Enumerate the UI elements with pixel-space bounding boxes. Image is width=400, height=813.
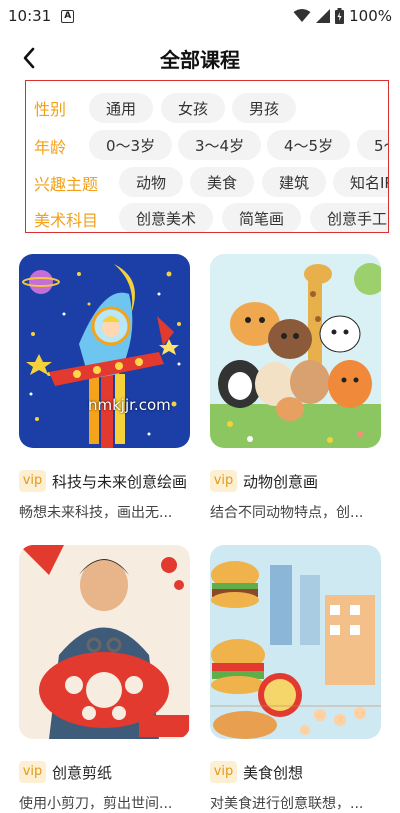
status-bar: 10:31 A 100%	[0, 0, 400, 32]
filter-chip-gender-boy[interactable]: 男孩	[232, 93, 297, 123]
course-title-row: vip 科技与未来创意绘画	[19, 470, 187, 492]
filter-chip-creative-handcraft[interactable]: 创意手工	[310, 203, 388, 232]
header: 全部课程	[0, 38, 400, 78]
vip-badge: vip	[19, 761, 46, 783]
filter-chip-creative-art[interactable]: 创意美术	[119, 203, 214, 232]
course-title: 动物创意画	[243, 472, 319, 491]
course-title-row: vip 美食创想	[210, 761, 303, 783]
course-thumbnail-rocket	[19, 254, 190, 448]
filter-chip-food[interactable]: 美食	[190, 167, 255, 197]
battery-icon	[335, 8, 345, 24]
course-card[interactable]: vip 创意剪纸 使用小剪刀，剪出世间...	[19, 545, 190, 812]
course-card[interactable]: vip 科技与未来创意绘画 畅想未来科技，画出无...	[19, 254, 190, 534]
filter-chip-age-4-5[interactable]: 4～5岁	[267, 130, 351, 160]
filter-label-interest: 兴趣主题	[34, 175, 99, 194]
filter-label-subject: 美术科目	[34, 211, 99, 230]
vip-badge: vip	[210, 470, 237, 492]
battery-percent: 100%	[349, 7, 392, 25]
signal-icon	[316, 9, 331, 23]
filter-chip-architecture[interactable]: 建筑	[262, 167, 327, 197]
course-thumbnail-food	[210, 545, 381, 739]
filter-panel: 性别 通用 女孩 男孩 年龄 0～3岁 3～4岁 4～5岁 5～6 兴趣主题 动…	[25, 80, 389, 233]
status-right: 100%	[293, 7, 392, 25]
wifi-icon	[293, 9, 311, 22]
course-title: 创意剪纸	[52, 763, 113, 782]
course-title-row: vip 创意剪纸	[19, 761, 112, 783]
filter-chip-age-0-3[interactable]: 0～3岁	[89, 130, 173, 160]
filter-chip-gender-girl[interactable]: 女孩	[161, 93, 226, 123]
course-thumbnail-animals	[210, 254, 381, 448]
course-card[interactable]: vip 美食创想 对美食进行创意联想，...	[210, 545, 381, 812]
course-title: 美食创想	[243, 763, 304, 782]
filter-chip-famous-ip[interactable]: 知名IP	[333, 167, 388, 197]
course-thumbnail-paper-cutting	[19, 545, 190, 739]
filter-chip-animals[interactable]: 动物	[119, 167, 184, 197]
course-card[interactable]: vip 动物创意画 结合不同动物特点，创...	[210, 254, 381, 534]
course-title: 科技与未来创意绘画	[52, 472, 188, 491]
course-description: 使用小剪刀，剪出世间...	[19, 796, 173, 812]
course-description: 对美食进行创意联想，...	[210, 796, 364, 812]
filter-chip-gender-all[interactable]: 通用	[89, 93, 154, 123]
filter-chip-simple-drawing[interactable]: 简笔画	[222, 203, 302, 232]
filter-chip-age-3-4[interactable]: 3～4岁	[178, 130, 262, 160]
filter-label-gender: 性别	[34, 100, 67, 119]
page-title: 全部课程	[160, 48, 240, 72]
course-title-row: vip 动物创意画	[210, 470, 318, 492]
vip-badge: vip	[19, 470, 46, 492]
course-description: 畅想未来科技，画出无...	[19, 505, 173, 521]
status-time: 10:31	[8, 7, 52, 25]
filter-label-age: 年龄	[34, 138, 67, 157]
course-description: 结合不同动物特点，创...	[210, 505, 364, 521]
vip-badge: vip	[210, 761, 237, 783]
filter-chip-age-5-6[interactable]: 5～6	[357, 130, 388, 160]
notification-a-icon: A	[61, 9, 75, 23]
watermark-text: nmkjjr.com	[88, 396, 171, 414]
